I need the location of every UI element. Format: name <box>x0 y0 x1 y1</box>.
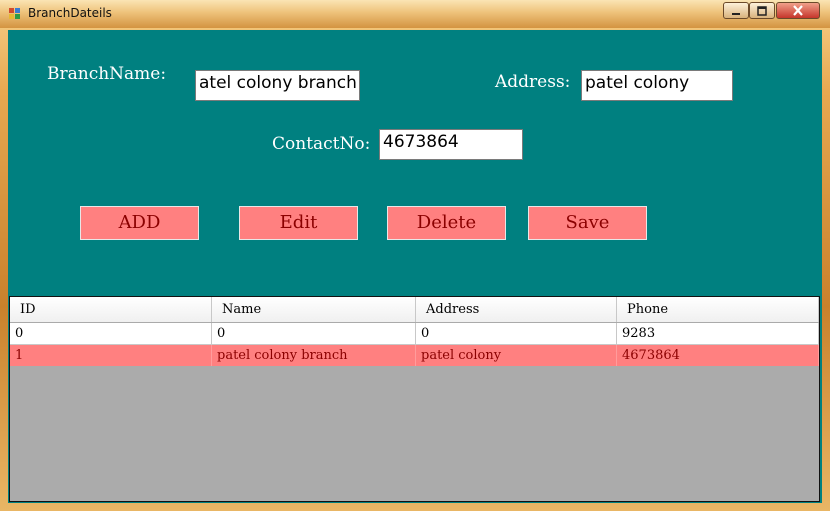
title-bar[interactable]: BranchDateils <box>0 0 830 28</box>
edit-button[interactable]: Edit <box>239 206 358 240</box>
table-cell[interactable]: 1 <box>10 345 212 366</box>
table-row-selected[interactable]: 1 patel colony branch patel colony 46738… <box>10 345 819 366</box>
table-cell[interactable]: 9283 <box>617 323 819 345</box>
minimize-button[interactable] <box>723 2 749 19</box>
maximize-button[interactable] <box>749 2 775 19</box>
grid-header: ID Name Address Phone <box>10 297 819 323</box>
application-window: BranchDateils BranchName: atel colony br… <box>0 0 830 511</box>
table-cell[interactable]: 0 <box>416 323 617 345</box>
address-field[interactable]: patel colony <box>581 70 733 101</box>
form-client-area: BranchName: atel colony branch Address: … <box>8 30 822 503</box>
save-button[interactable]: Save <box>528 206 647 240</box>
delete-button[interactable]: Delete <box>387 206 506 240</box>
minimize-icon <box>732 12 740 15</box>
table-cell[interactable]: 4673864 <box>617 345 819 366</box>
add-button[interactable]: ADD <box>80 206 199 240</box>
table-cell[interactable]: patel colony <box>416 345 617 366</box>
app-icon <box>9 8 21 20</box>
branch-data-grid[interactable]: ID Name Address Phone 0 0 0 9283 1 patel… <box>9 296 820 502</box>
close-button[interactable] <box>776 2 820 19</box>
table-cell[interactable]: 0 <box>10 323 212 345</box>
window-title: BranchDateils <box>28 6 112 20</box>
table-cell[interactable]: 0 <box>212 323 416 345</box>
table-row[interactable]: 0 0 0 9283 <box>10 323 819 345</box>
close-icon <box>793 5 803 16</box>
table-cell[interactable]: patel colony branch <box>212 345 416 366</box>
column-header-phone[interactable]: Phone <box>617 297 819 322</box>
contact-no-field[interactable]: 4673864 <box>379 129 523 160</box>
column-header-name[interactable]: Name <box>212 297 416 322</box>
maximize-icon <box>757 5 767 16</box>
branch-name-field[interactable]: atel colony branch <box>195 70 360 101</box>
contact-no-label: ContactNo: <box>272 134 371 154</box>
column-header-address[interactable]: Address <box>416 297 617 322</box>
address-label: Address: <box>495 72 571 92</box>
branch-name-label: BranchName: <box>47 64 167 84</box>
column-header-id[interactable]: ID <box>10 297 212 322</box>
